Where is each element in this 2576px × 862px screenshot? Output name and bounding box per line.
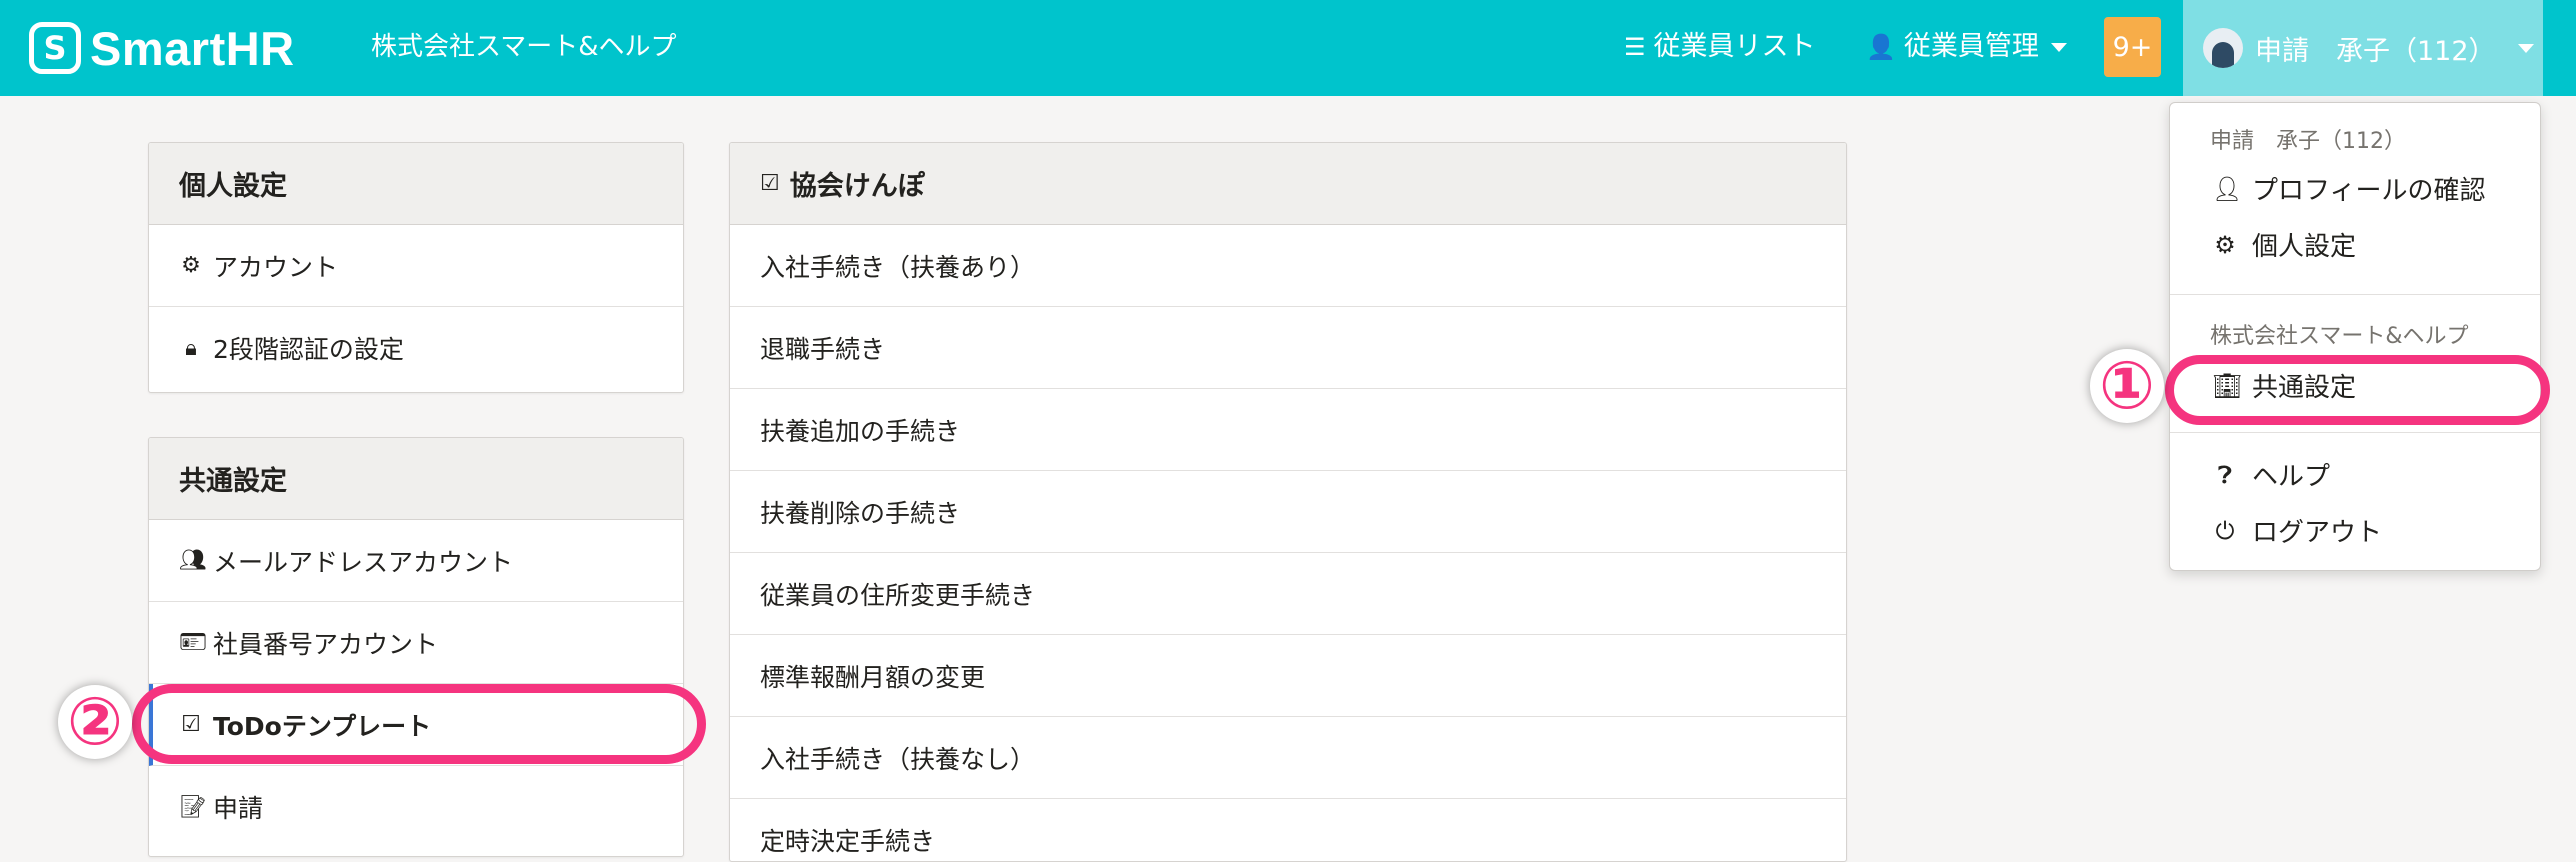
- step-marker-2: ②: [58, 685, 132, 759]
- logo-text: SmartHR: [90, 21, 295, 75]
- highlight-common-settings: [2165, 355, 2550, 425]
- smarthr-logo[interactable]: S SmartHR: [29, 21, 295, 75]
- personal-settings-title: 個人設定: [149, 143, 683, 225]
- kyokai-kenpo-title: ☑ 協会けんぽ: [730, 143, 1846, 225]
- list-item[interactable]: 標準報酬月額の変更: [730, 635, 1846, 717]
- sidebar-item-label: 申請: [213, 794, 264, 823]
- nav-employee-list-label: 従業員リスト: [1653, 31, 1816, 62]
- user-menu-toggle[interactable]: 申請 承子（112）: [2183, 0, 2543, 96]
- list-item[interactable]: 扶養追加の手続き: [730, 389, 1846, 471]
- menu-item-personal-settings[interactable]: ⚙ 個人設定: [2212, 226, 2356, 263]
- logo-mark: S: [29, 22, 81, 74]
- list-item[interactable]: 従業員の住所変更手続き: [730, 553, 1846, 635]
- menu-item-logout[interactable]: ⏻ ログアウト: [2212, 512, 2383, 549]
- sidebar-item-label: 2段階認証の設定: [213, 335, 404, 364]
- users-icon: 👥︎: [179, 548, 207, 573]
- question-circle-icon: ❓︎: [2217, 460, 2233, 489]
- menu-divider: [2170, 432, 2540, 433]
- sidebar-item-label: アカウント: [213, 252, 339, 282]
- power-icon: ⏻: [2215, 516, 2235, 545]
- nav-employee-list[interactable]: ☰ 従業員リスト: [1624, 27, 1816, 67]
- chevron-down-icon: [2050, 42, 2067, 52]
- avatar: [2203, 28, 2243, 68]
- sidebar-item-two-factor[interactable]: 🔒︎ 2段階認証の設定: [149, 307, 683, 389]
- highlight-todo-template: [132, 684, 706, 764]
- menu-item-help[interactable]: ❓︎ ヘルプ: [2212, 456, 2330, 493]
- sidebar-item-application[interactable]: 📝︎ 申請: [149, 766, 683, 848]
- menu-item-label: 個人設定: [2252, 232, 2357, 262]
- dropdown-company-label: 株式会社スマート&ヘルプ: [2210, 324, 2469, 349]
- sidebar-item-employee-number-account[interactable]: 🪪︎ 社員番号アカウント: [149, 602, 683, 684]
- menu-item-label: プロフィールの確認: [2252, 176, 2486, 206]
- step-marker-1: ①: [2090, 349, 2164, 423]
- gear-icon: ⚙: [181, 253, 201, 278]
- document-check-icon: 📝︎: [179, 794, 207, 820]
- list-item[interactable]: 定時決定手続き: [730, 799, 1846, 861]
- menu-item-profile[interactable]: 👤︎ プロフィールの確認: [2212, 170, 2485, 207]
- nav-employee-management-label: 従業員管理: [1903, 31, 2039, 62]
- sidebar-item-account[interactable]: ⚙ アカウント: [149, 225, 683, 307]
- notification-badge[interactable]: 9+: [2104, 17, 2161, 77]
- id-card-icon: 🪪︎: [179, 630, 207, 655]
- sidebar-item-label: 社員番号アカウント: [213, 629, 439, 659]
- top-header: S SmartHR 株式会社スマート&ヘルプ ☰ 従業員リスト 👤 従業員管理 …: [0, 0, 2576, 96]
- list-item[interactable]: 入社手続き（扶養なし）: [730, 717, 1846, 799]
- company-name: 株式会社スマート&ヘルプ: [371, 32, 677, 62]
- chevron-down-icon: [2517, 43, 2534, 53]
- list-item[interactable]: 退職手続き: [730, 307, 1846, 389]
- user-icon: 👤︎: [2212, 174, 2243, 203]
- list-item[interactable]: 入社手続き（扶養あり）: [730, 225, 1846, 307]
- sidebar-item-email-account[interactable]: 👥︎ メールアドレスアカウント: [149, 520, 683, 602]
- kyokai-kenpo-title-label: 協会けんぽ: [789, 171, 925, 202]
- user-name: 申請 承子（112）: [2255, 35, 2496, 67]
- dropdown-user-label: 申請 承子（112）: [2210, 129, 2406, 154]
- menu-item-label: ログアウト: [2252, 518, 2383, 548]
- menu-divider: [2170, 294, 2540, 295]
- nav-employee-management[interactable]: 👤 従業員管理: [1866, 27, 2067, 67]
- check-square-icon: ☑: [760, 171, 780, 196]
- kyokai-kenpo-panel: ☑ 協会けんぽ 入社手続き（扶養あり） 退職手続き 扶養追加の手続き 扶養削除の…: [729, 142, 1847, 862]
- sidebar-item-label: メールアドレスアカウント: [213, 547, 514, 577]
- gear-icon: ⚙: [2214, 230, 2236, 259]
- common-settings-title: 共通設定: [149, 438, 683, 520]
- menu-item-label: ヘルプ: [2252, 462, 2331, 492]
- user-icon: 👤: [1866, 33, 1896, 61]
- list-icon: ☰: [1624, 33, 1646, 61]
- user-dropdown-menu: 申請 承子（112） 👤︎ プロフィールの確認 ⚙ 個人設定 株式会社スマート&…: [2169, 102, 2541, 571]
- common-settings-panel: 共通設定 👥︎ メールアドレスアカウント 🪪︎ 社員番号アカウント ☑ ToDo…: [148, 437, 684, 857]
- personal-settings-panel: 個人設定 ⚙ アカウント 🔒︎ 2段階認証の設定: [148, 142, 684, 393]
- lock-icon: 🔒︎: [185, 335, 197, 361]
- list-item[interactable]: 扶養削除の手続き: [730, 471, 1846, 553]
